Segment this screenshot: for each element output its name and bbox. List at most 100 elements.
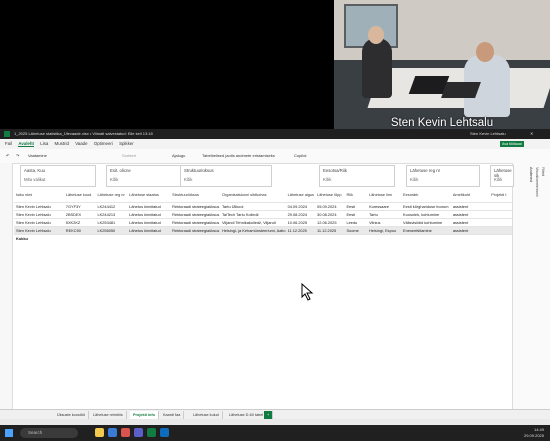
excel-taskbar-icon[interactable] bbox=[147, 428, 156, 437]
table-cell[interactable] bbox=[344, 235, 367, 243]
view-mode-button[interactable]: Vaatamine bbox=[26, 152, 49, 160]
filter-country[interactable]: Eesotsa/Riik Kõik bbox=[319, 165, 395, 187]
menu-optimize[interactable]: Optimeeri bbox=[94, 141, 113, 146]
col-header[interactable]: Lähetuse kood bbox=[64, 191, 96, 203]
sheet-tab[interactable]: Lähetuse D-60 tabel bbox=[226, 411, 268, 419]
table-cell[interactable] bbox=[220, 235, 286, 243]
table-cell[interactable]: 5XK2KZ bbox=[64, 219, 96, 227]
table-cell[interactable]: LK256050 bbox=[95, 227, 127, 235]
menu-insert[interactable]: Lisa bbox=[40, 141, 48, 146]
table-cell[interactable]: Koosolek, kohtumine bbox=[401, 211, 451, 219]
table-cell[interactable] bbox=[64, 235, 96, 243]
col-header[interactable]: Ametikoht bbox=[451, 191, 489, 203]
table-cell[interactable] bbox=[489, 219, 512, 227]
filter-unit[interactable]: Struktuuriüksus Kõik bbox=[180, 165, 272, 187]
table-cell[interactable]: Soome bbox=[344, 227, 367, 235]
windows-start-icon[interactable] bbox=[5, 429, 13, 437]
account-name[interactable]: Sten Kevin Lehtsalu bbox=[470, 129, 506, 139]
system-clock[interactable]: 14:49 29.09.2025 bbox=[524, 427, 544, 439]
table-cell[interactable]: Viljandi Tehnikakolledž, Viljandi bbox=[220, 219, 286, 227]
outlook-icon[interactable] bbox=[160, 428, 169, 437]
table-cell[interactable] bbox=[489, 235, 512, 243]
table-cell[interactable]: 11.12.2025 bbox=[315, 227, 344, 235]
table-cell[interactable]: Kuressaare bbox=[367, 203, 401, 211]
table-cell[interactable]: LK253481 bbox=[95, 219, 127, 227]
add-sheet-button[interactable]: + bbox=[264, 411, 274, 419]
table-cell[interactable] bbox=[286, 235, 315, 243]
col-header[interactable]: Lähetuse linn bbox=[367, 191, 401, 203]
table-cell[interactable]: Lähetus kinnitatud bbox=[127, 211, 170, 219]
table-cell[interactable]: Eesti bbox=[344, 211, 367, 219]
table-cell[interactable]: LK244213 bbox=[95, 211, 127, 219]
close-icon[interactable]: ✕ bbox=[530, 129, 533, 139]
app-icon[interactable] bbox=[121, 428, 130, 437]
col-header[interactable]: Organisatsiooni sihtkohas bbox=[220, 191, 286, 203]
filter-status[interactable]: Esit. olicne Kõik bbox=[106, 165, 182, 187]
table-cell[interactable]: Kokku bbox=[14, 235, 64, 243]
table-cell[interactable] bbox=[127, 235, 170, 243]
table-cell[interactable]: assistent bbox=[451, 203, 489, 211]
table-cell[interactable]: LK244412 bbox=[95, 203, 127, 211]
table-cell[interactable] bbox=[367, 235, 401, 243]
table-cell[interactable]: Sten Kevin Lehtsalu bbox=[14, 227, 64, 235]
side-pane-visuals[interactable]: Visualiseerimised bbox=[535, 167, 539, 196]
table-cell[interactable]: Sten Kevin Lehtsalu bbox=[14, 219, 64, 227]
table-cell[interactable] bbox=[489, 203, 512, 211]
sheet-tab[interactable]: Lähetuse reimbiis bbox=[90, 411, 127, 419]
table-cell[interactable]: 10.06.2025 bbox=[286, 219, 315, 227]
table-cell[interactable]: Eesti bbox=[344, 203, 367, 211]
table-cell[interactable]: assistent bbox=[451, 219, 489, 227]
table-cell[interactable]: Helsingi, Espoo bbox=[367, 227, 401, 235]
filter-year-month[interactable]: Aasta, Kuu Mitu valikut bbox=[20, 165, 96, 187]
menu-file[interactable]: Fail bbox=[5, 141, 12, 146]
filter-trip-type[interactable]: Lähetuse sik Kõik bbox=[490, 165, 514, 187]
table-cell[interactable]: Lähetus kinnitatud bbox=[127, 227, 170, 235]
table-cell[interactable]: Eesti kõrghariduse foorum bbox=[401, 203, 451, 211]
menu-formulas[interactable]: Mustrid bbox=[55, 141, 69, 146]
table-cell[interactable]: Rektoraadi strateegiaüksus bbox=[170, 219, 220, 227]
sheet-tab[interactable]: Üksuste koostöö bbox=[54, 411, 90, 419]
table-cell[interactable]: 12.06.2025 bbox=[315, 219, 344, 227]
redo-button[interactable]: ↷ bbox=[14, 152, 21, 160]
col-header[interactable]: Riik bbox=[344, 191, 367, 203]
table-cell[interactable]: 05.09.2024 bbox=[315, 203, 344, 211]
table-row[interactable]: Sten Kevin Lehtsalu 7GYF3Y LK244412 Lähetus… bbox=[14, 202, 512, 211]
table-cell[interactable]: Lähetus kinnitatud bbox=[127, 219, 170, 227]
table-cell[interactable]: Vilnius bbox=[367, 219, 401, 227]
col-header[interactable]: Lähetuse algus bbox=[286, 191, 315, 203]
undo-button[interactable]: ↶ bbox=[4, 152, 11, 160]
col-header[interactable]: Lähetuse reg nr bbox=[95, 191, 127, 203]
table-cell[interactable]: Eneseetšitamine bbox=[401, 227, 451, 235]
share-button[interactable]: Ava töölaual bbox=[500, 141, 524, 147]
sheet-tab[interactable]: Lähetuse kulud bbox=[190, 411, 223, 419]
copilot-button[interactable]: Copilot bbox=[292, 152, 308, 160]
edge-icon[interactable] bbox=[108, 428, 117, 437]
assist-button[interactable]: Tabelbelised jaotis andmete eristamiseks bbox=[200, 152, 277, 160]
table-cell[interactable]: 30.08.2024 bbox=[315, 211, 344, 219]
sheet-tab-active[interactable]: Projekti info bbox=[130, 411, 159, 419]
table-cell[interactable]: assistent bbox=[451, 227, 489, 235]
table-cell[interactable]: assistent bbox=[451, 211, 489, 219]
col-header[interactable]: Projekti t bbox=[489, 191, 512, 203]
table-cell[interactable] bbox=[315, 235, 344, 243]
col-header[interactable]: Eesmärk bbox=[401, 191, 451, 203]
table-cell[interactable]: TalTech Tartu Kolledž bbox=[220, 211, 286, 219]
col-header[interactable]: Isiku nimi bbox=[14, 191, 64, 203]
taskbar-search[interactable]: Search bbox=[20, 428, 78, 438]
side-pane-filters[interactable]: Filtrid bbox=[541, 167, 545, 176]
table-cell[interactable] bbox=[401, 235, 451, 243]
file-explorer-icon[interactable] bbox=[95, 428, 104, 437]
teams-icon[interactable] bbox=[134, 428, 143, 437]
table-row[interactable]: Sten Kevin Lehtsalu 2BSDEX LK244213 Lähetus… bbox=[14, 210, 512, 219]
table-cell[interactable]: REKC50 bbox=[64, 227, 96, 235]
filter-button[interactable]: Sorteeri bbox=[120, 152, 138, 160]
table-row[interactable]: Sten Kevin Lehtsalu REKC50 LK256050 Lähetus… bbox=[14, 226, 512, 235]
table-cell[interactable]: Rektoraadi strateegiaüksus bbox=[170, 227, 220, 235]
col-header[interactable]: Lähetuse staatus bbox=[127, 191, 170, 203]
history-button[interactable]: Ajalugu bbox=[170, 152, 187, 160]
table-cell[interactable]: Leedu bbox=[344, 219, 367, 227]
col-header[interactable]: Lähetuse lõpp bbox=[315, 191, 344, 203]
table-cell[interactable]: Sten Kevin Lehtsalu bbox=[14, 211, 64, 219]
table-cell[interactable] bbox=[489, 211, 512, 219]
table-cell[interactable] bbox=[489, 227, 512, 235]
